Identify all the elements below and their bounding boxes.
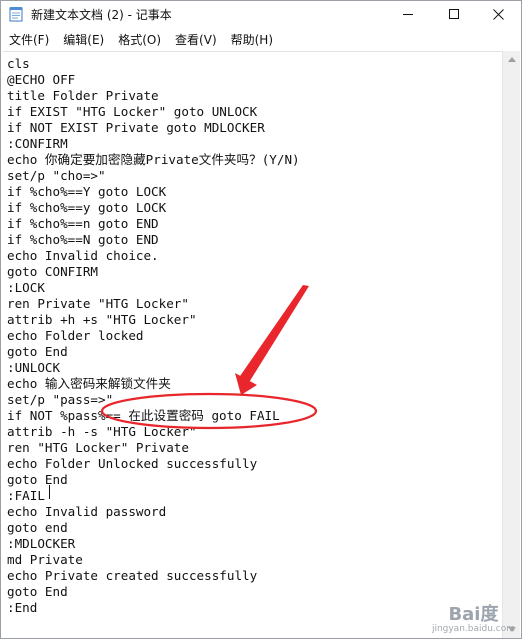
code-line: echo Folder Unlocked successfully <box>7 456 258 471</box>
code-line: :MDLOCKER <box>7 536 76 551</box>
text-caret <box>49 485 50 499</box>
editor-text: cls @ECHO OFF title Folder Private if EXIST… <box>3 52 503 616</box>
code-line: goto End <box>7 472 68 487</box>
code-line: echo Invalid password <box>7 504 167 519</box>
menu-file[interactable]: 文件(F) <box>9 31 49 48</box>
code-line: attrib +h +s "HTG Locker" <box>7 312 197 327</box>
menu-view[interactable]: 查看(V) <box>175 31 217 48</box>
notepad-window: 新建文本文档 (2) - 记事本 文件(F) 编辑(E) 格式(O) 查看(V)… <box>0 0 522 639</box>
menu-bar: 文件(F) 编辑(E) 格式(O) 查看(V) 帮助(H) <box>1 29 521 49</box>
code-line: goto CONFIRM <box>7 264 98 279</box>
window-title: 新建文本文档 (2) - 记事本 <box>31 8 172 22</box>
text-editor-area[interactable]: cls @ECHO OFF title Folder Private if EXIST… <box>3 51 503 639</box>
minimize-icon <box>403 14 413 15</box>
code-line: :End <box>7 600 38 615</box>
close-icon <box>492 8 504 20</box>
baidu-watermark: Bai度 jingyan.baidu.com <box>432 600 515 634</box>
code-line: if NOT %pass%== 在此设置密码 goto FAIL <box>7 408 280 423</box>
menu-format[interactable]: 格式(O) <box>118 31 161 48</box>
maximize-icon <box>449 9 459 19</box>
code-line: :LOCK <box>7 280 45 295</box>
code-line: md Private <box>7 552 83 567</box>
code-line: echo Private created successfully <box>7 568 258 583</box>
title-bar[interactable]: 新建文本文档 (2) - 记事本 <box>1 1 521 27</box>
code-line: if %cho%==Y goto LOCK <box>7 184 167 199</box>
code-line: if NOT EXIST Private goto MDLOCKER <box>7 120 265 135</box>
code-line: set/p "cho=>" <box>7 168 106 183</box>
code-line: attrib -h -s "HTG Locker" <box>7 424 197 439</box>
code-line: set/p "pass=>" <box>7 392 114 407</box>
code-line: echo Folder locked <box>7 328 144 343</box>
menu-help[interactable]: 帮助(H) <box>231 31 273 48</box>
watermark-subtitle: jingyan.baidu.com <box>431 624 515 634</box>
close-button[interactable] <box>475 1 521 27</box>
notepad-app-icon <box>9 7 23 22</box>
code-line: :CONFIRM <box>7 136 68 151</box>
scroll-up-button[interactable] <box>503 51 520 68</box>
code-line: if EXIST "HTG Locker" goto UNLOCK <box>7 104 258 119</box>
code-line: title Folder Private <box>7 88 159 103</box>
code-line: echo 输入密码来解锁文件夹 <box>7 376 171 391</box>
code-line: goto End <box>7 344 68 359</box>
code-line: :UNLOCK <box>7 360 61 375</box>
chevron-up-icon <box>507 57 516 62</box>
menu-edit[interactable]: 编辑(E) <box>63 31 104 48</box>
code-line: echo 你确定要加密隐藏Private文件夹吗？(Y/N) <box>7 152 300 167</box>
code-line: cls <box>7 56 30 71</box>
code-line: @ECHO OFF <box>7 72 76 87</box>
code-line: goto end <box>7 520 68 535</box>
code-line: if %cho%==y goto LOCK <box>7 200 167 215</box>
maximize-button[interactable] <box>431 1 477 27</box>
code-line: if %cho%==N goto END <box>7 232 159 247</box>
code-line: if %cho%==n goto END <box>7 216 159 231</box>
code-line: goto End <box>7 584 68 599</box>
vertical-scrollbar[interactable] <box>502 51 520 638</box>
minimize-button[interactable] <box>385 1 431 27</box>
code-line: ren Private "HTG Locker" <box>7 296 189 311</box>
code-line: echo Invalid choice. <box>7 248 159 263</box>
code-line: ren "HTG Locker" Private <box>7 440 189 455</box>
code-line: :FAIL <box>7 488 45 503</box>
watermark-logo: Bai度 <box>448 604 499 625</box>
